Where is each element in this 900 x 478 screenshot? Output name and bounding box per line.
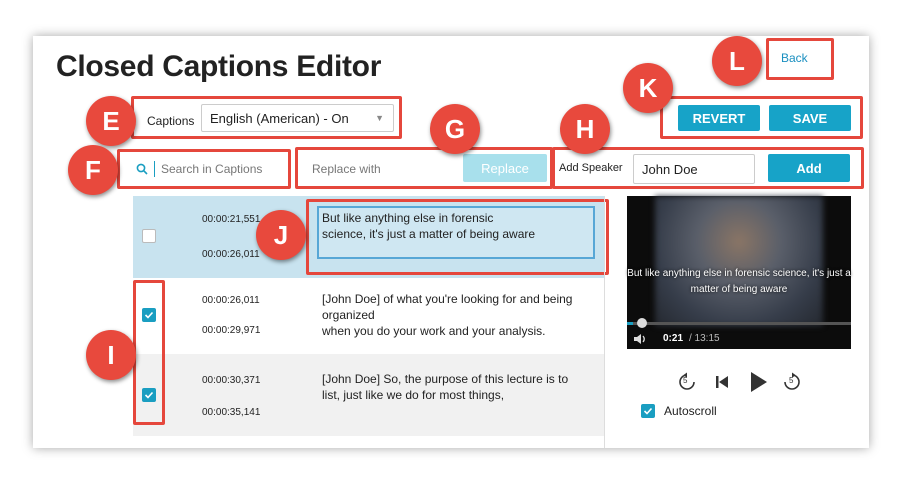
annotation-badge-h: H	[560, 104, 610, 154]
annotation-box-k	[660, 96, 863, 139]
skip-back-button[interactable]	[711, 371, 733, 393]
caption-text-line[interactable]: [John Doe] So, the purpose of this lectu…	[322, 371, 568, 387]
caption-text-line[interactable]: when you do your work and your analysis.	[322, 323, 545, 339]
forward-5-button[interactable]: 5	[781, 371, 803, 393]
annotation-box-f	[117, 149, 291, 189]
caption-start-time: 00:00:26,011	[202, 295, 260, 306]
progress-track[interactable]	[627, 322, 851, 325]
current-time: 0:21	[663, 333, 684, 344]
annotation-box-j	[306, 199, 609, 275]
caption-text-line[interactable]: organized	[322, 307, 375, 323]
forward-seconds: 5	[789, 376, 794, 385]
annotation-badge-i: I	[86, 330, 136, 380]
video-player[interactable]: But like anything else in forensic scien…	[627, 196, 851, 349]
autoscroll-label: Autoscroll	[664, 404, 717, 418]
caption-row-checkbox[interactable]	[142, 229, 156, 243]
skip-back-icon	[716, 376, 728, 388]
caption-text-line[interactable]: list, just like we do for most things,	[322, 387, 504, 403]
duration: / 13:15	[689, 333, 720, 344]
annotation-badge-e: E	[86, 96, 136, 146]
annotation-box-l	[766, 38, 834, 80]
annotation-box-i	[133, 280, 165, 425]
page-title: Closed Captions Editor	[56, 50, 382, 83]
annotation-badge-j: J	[256, 210, 306, 260]
caption-text-line[interactable]: [John Doe] of what you're looking for an…	[322, 291, 572, 307]
annotation-badge-l: L	[712, 36, 762, 86]
annotation-box-h	[552, 147, 864, 189]
progress-handle[interactable]	[636, 318, 647, 328]
autoscroll-checkbox[interactable]	[641, 404, 655, 418]
video-frame	[655, 196, 823, 326]
annotation-box-g	[295, 147, 553, 189]
caption-end-time: 00:00:26,011	[202, 249, 260, 260]
caption-end-time: 00:00:29,971	[202, 325, 261, 336]
volume-icon[interactable]	[633, 333, 647, 345]
caption-start-time: 00:00:30,371	[202, 375, 261, 386]
play-button[interactable]	[746, 369, 770, 395]
subtitle-overlay: But like anything else in forensic scien…	[627, 266, 851, 298]
progress-fill	[627, 322, 633, 325]
annotation-box-e	[131, 96, 402, 139]
annotation-badge-k: K	[623, 63, 673, 113]
annotation-badge-f: F	[68, 145, 118, 195]
caption-start-time: 00:00:21,551	[202, 214, 261, 225]
subtitle-line: But like anything else in forensic scien…	[627, 268, 851, 279]
table-divider	[604, 196, 605, 448]
rewind-5-button[interactable]: 5	[676, 371, 698, 393]
checkmark-icon	[643, 407, 653, 415]
caption-end-time: 00:00:35,141	[202, 407, 261, 418]
rewind-seconds: 5	[683, 376, 688, 385]
annotation-badge-g: G	[430, 104, 480, 154]
play-icon	[751, 372, 767, 392]
subtitle-line: matter of being aware	[690, 284, 788, 295]
